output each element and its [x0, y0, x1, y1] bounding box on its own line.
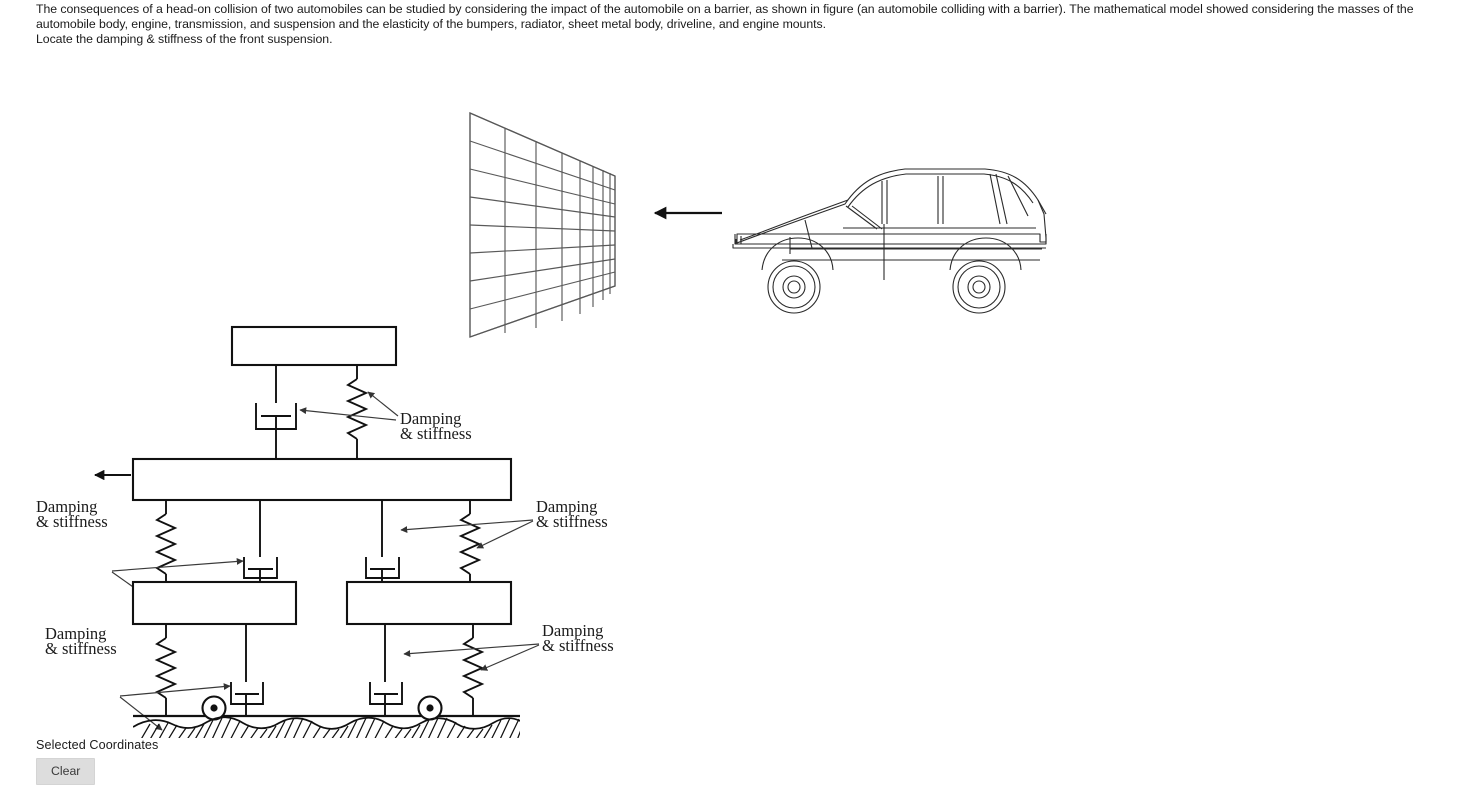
rear-suspension-mass[interactable] [345, 580, 513, 626]
front-tire-spring [154, 624, 178, 716]
front-suspension-dashpot [243, 500, 278, 582]
front-tire-dashpot [230, 624, 264, 716]
front-suspension-spring [154, 500, 178, 582]
annotation-front-tire-left-line2: & stiffness [45, 639, 117, 658]
rear-tire-dashpot [369, 624, 403, 716]
selected-coordinates-label: Selected Coordinates [36, 738, 159, 752]
rear-suspension-spring [458, 500, 482, 582]
problem-paragraph-1: The consequences of a head-on collision … [36, 2, 1417, 32]
figure-canvas[interactable]: Damping & stiffness Damping & stiffness [0, 48, 1468, 738]
selected-coordinates-panel: Selected Coordinates Clear [36, 737, 436, 785]
rear-roller-wheel [417, 695, 443, 721]
clear-button[interactable]: Clear [36, 758, 96, 785]
problem-paragraph-2: Locate the damping & stiffness of the fr… [36, 32, 333, 47]
annotation-rear-tire-right-line2: & stiffness [542, 636, 614, 655]
body-mass[interactable] [131, 457, 513, 502]
engine-spring [345, 365, 369, 459]
annotation-front-suspension-left-line2: & stiffness [36, 512, 108, 531]
rear-suspension-dashpot [365, 500, 400, 582]
rear-tire-spring [461, 624, 485, 716]
engine-dashpot [255, 365, 297, 459]
annotation-engine-suspension-line2: & stiffness [400, 424, 472, 443]
front-suspension-mass[interactable] [131, 580, 298, 626]
engine-mass[interactable] [230, 325, 398, 367]
ground-hatching [133, 716, 520, 738]
front-roller-wheel [201, 695, 227, 721]
problem-statement: The consequences of a head-on collision … [36, 2, 1458, 48]
barrier-grid-wall [469, 112, 616, 338]
automobile-side-view [732, 168, 1047, 314]
annotation-rear-suspension-right-line2: & stiffness [536, 512, 608, 531]
